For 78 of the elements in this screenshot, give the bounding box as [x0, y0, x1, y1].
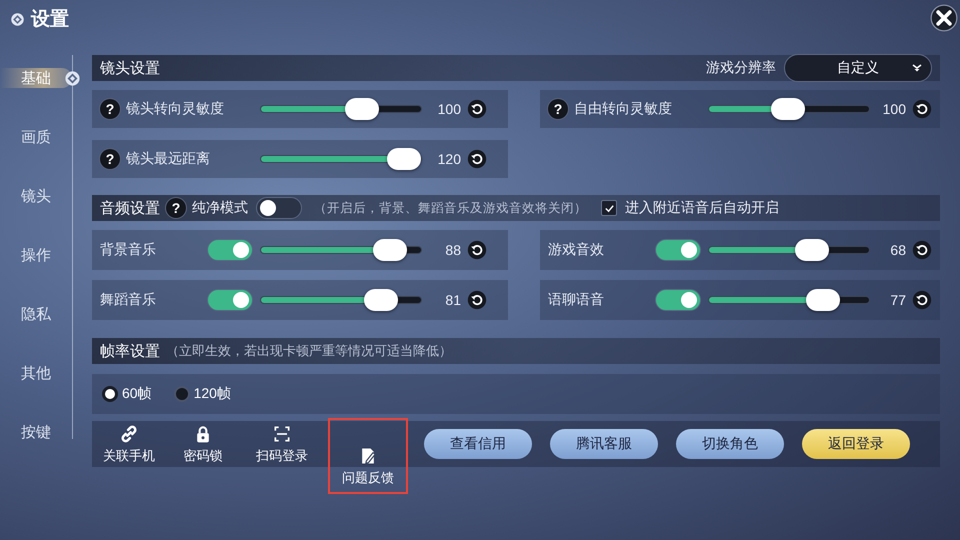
- reset-icon[interactable]: [467, 290, 487, 310]
- slider[interactable]: [261, 289, 421, 311]
- check-icon: [604, 202, 614, 214]
- radio-option[interactable]: 60帧: [102, 385, 152, 403]
- slider-thumb[interactable]: [364, 289, 398, 311]
- setting-label: 自由转向灵敏度: [574, 100, 672, 118]
- shortcut-button[interactable]: 扫码登录: [244, 421, 320, 467]
- section-title: 帧率设置: [100, 342, 160, 360]
- diamond-icon: [10, 12, 25, 26]
- sidebar-tab[interactable]: 画质: [0, 127, 72, 147]
- slider-thumb[interactable]: [373, 239, 408, 261]
- shortcut-button[interactable]: 关联手机: [96, 421, 162, 467]
- pure-mode-label: 纯净模式: [192, 199, 248, 217]
- sidebar-tab[interactable]: 其他: [0, 363, 72, 383]
- setting-label: 舞蹈音乐: [100, 291, 156, 309]
- shortcut-button[interactable]: 问题反馈: [328, 418, 408, 494]
- slider-value: 100: [436, 101, 461, 117]
- setting-label: 背景音乐: [100, 241, 156, 259]
- framerate-note: （立即生效，若出现卡顿严重等情况可适当降低）: [166, 343, 452, 360]
- slider[interactable]: [261, 239, 421, 261]
- toggle-switch[interactable]: [655, 289, 701, 311]
- slider-thumb[interactable]: [806, 289, 840, 311]
- window-title: 设置: [31, 7, 69, 32]
- reset-icon[interactable]: [912, 240, 932, 260]
- reset-icon[interactable]: [467, 99, 487, 119]
- reset-icon[interactable]: [912, 290, 932, 310]
- slider[interactable]: [709, 239, 869, 261]
- link-icon: [119, 424, 139, 444]
- setting-label: 镜头转向灵敏度: [126, 100, 224, 118]
- shortcut-button[interactable]: 密码锁: [170, 421, 236, 467]
- toggle-switch[interactable]: [207, 239, 253, 261]
- slider[interactable]: [261, 148, 421, 170]
- help-icon[interactable]: ?: [100, 99, 120, 119]
- toggle-switch[interactable]: [256, 197, 302, 219]
- slider[interactable]: [261, 98, 421, 120]
- setting-label: 镜头最远距离: [126, 150, 210, 168]
- setting-label: 语聊语音: [548, 291, 604, 309]
- auto-voice-label: 进入附近语音后自动开启: [625, 199, 779, 217]
- toggle-switch[interactable]: [207, 289, 253, 311]
- sidebar-tab[interactable]: 隐私: [0, 304, 72, 324]
- scan-icon: [272, 424, 292, 444]
- slider-value: 68: [889, 242, 906, 258]
- pure-mode-note: （开启后，背景、舞蹈音乐及游戏音效将关闭）: [314, 200, 587, 216]
- radio-option[interactable]: 120帧: [174, 385, 231, 403]
- close-icon: [930, 4, 958, 32]
- slider-thumb[interactable]: [770, 98, 805, 120]
- sidebar-tab[interactable]: 镜头: [0, 186, 72, 206]
- section-title: 镜头设置: [100, 58, 160, 78]
- toggle-switch[interactable]: [655, 239, 701, 261]
- sidebar-tab[interactable]: 按键: [0, 422, 72, 442]
- reset-icon[interactable]: [912, 99, 932, 119]
- slider-value: 120: [436, 151, 461, 167]
- return-login-button[interactable]: 返回登录: [802, 429, 910, 459]
- slider-value: 88: [444, 242, 461, 258]
- help-icon[interactable]: ?: [548, 99, 568, 119]
- reset-icon[interactable]: [467, 149, 487, 169]
- help-icon[interactable]: ?: [166, 198, 186, 218]
- slider-thumb[interactable]: [387, 148, 421, 170]
- checkbox[interactable]: [601, 200, 617, 216]
- section-title: 音频设置: [100, 198, 160, 218]
- resolution-label: 游戏分辨率: [706, 59, 776, 77]
- setting-label: 游戏音效: [548, 241, 604, 259]
- slider[interactable]: [709, 289, 869, 311]
- sidebar-tab[interactable]: 操作: [0, 245, 72, 265]
- slider-thumb[interactable]: [345, 98, 380, 120]
- help-icon[interactable]: ?: [100, 149, 120, 169]
- slider-thumb[interactable]: [794, 239, 829, 261]
- close-button[interactable]: [930, 4, 958, 32]
- reset-icon[interactable]: [467, 240, 487, 260]
- slider-value: 77: [889, 292, 906, 308]
- action-button[interactable]: 查看信用: [424, 429, 532, 459]
- slider-value: 100: [882, 101, 906, 117]
- action-button[interactable]: 切换角色: [676, 429, 784, 459]
- caret-icon: [911, 62, 923, 74]
- slider-value: 81: [444, 292, 461, 308]
- action-button[interactable]: 腾讯客服: [550, 429, 658, 459]
- resolution-dropdown[interactable]: 自定义: [784, 54, 932, 82]
- slider[interactable]: [709, 98, 869, 120]
